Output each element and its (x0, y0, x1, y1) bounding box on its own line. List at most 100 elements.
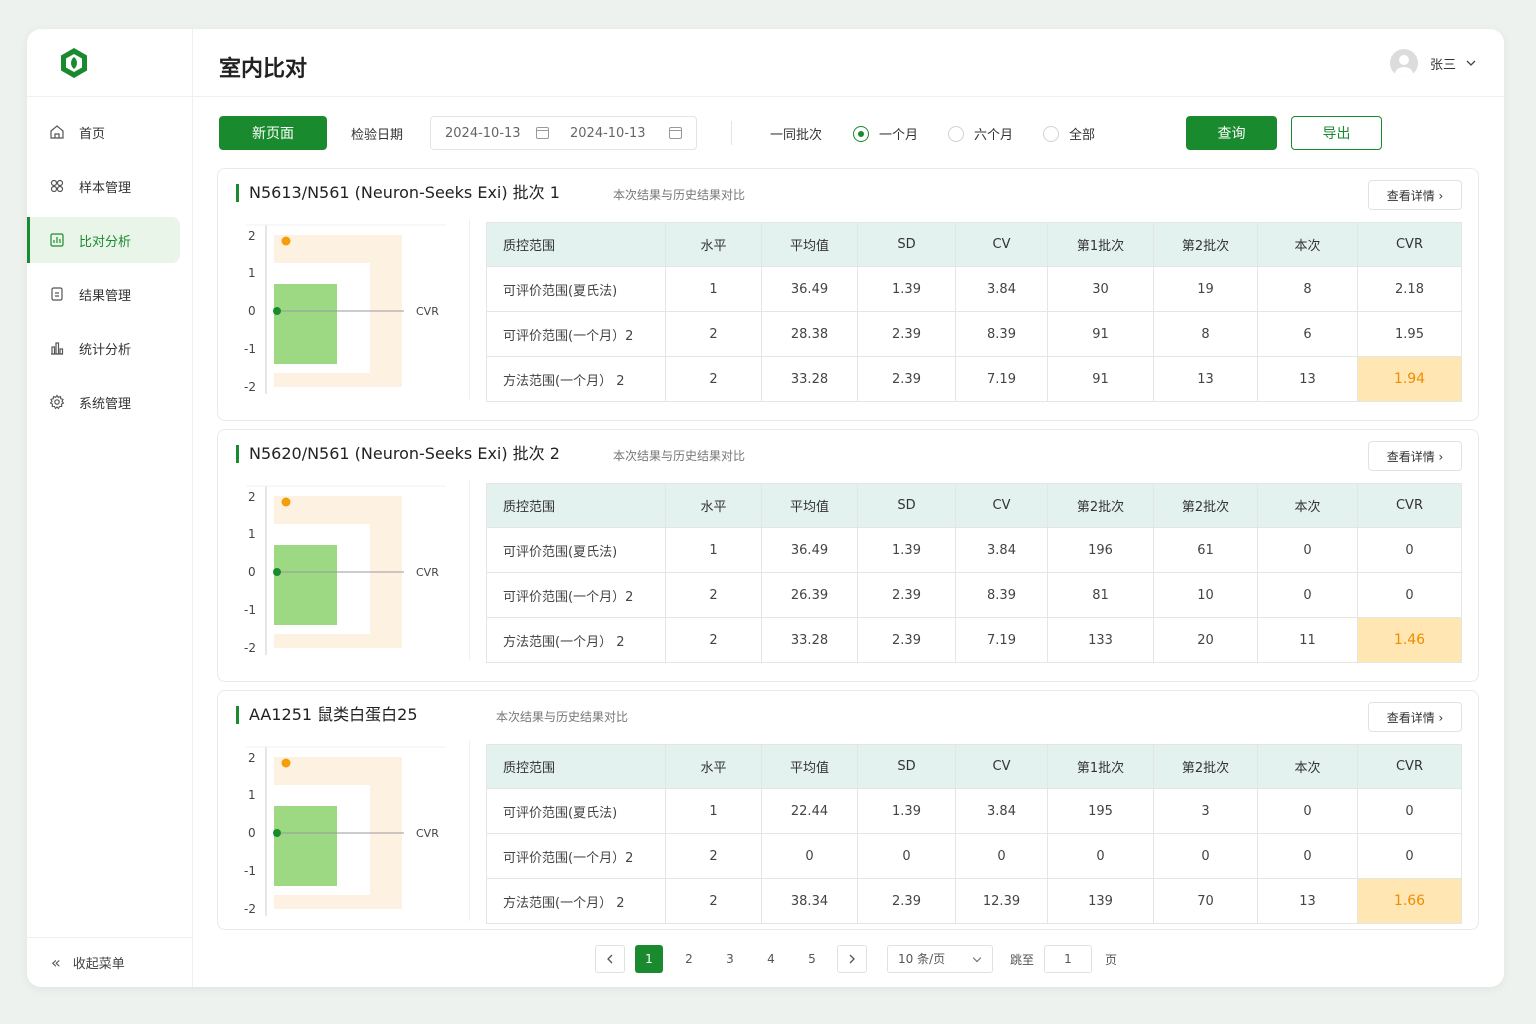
radio-one-month[interactable]: 一个月 (853, 124, 918, 143)
table-cell: 33.28 (761, 356, 858, 402)
page-5[interactable]: 5 (798, 945, 826, 973)
column-header: 水平 (665, 222, 762, 267)
table-cell: 1.39 (857, 266, 956, 312)
view-details-button[interactable]: 查看详情 › (1368, 702, 1462, 732)
table-cell: 139 (1047, 878, 1154, 924)
y-tick-label: 2 (248, 229, 256, 243)
table-cell: 3 (1153, 788, 1258, 834)
table-cell: 38.34 (761, 878, 858, 924)
table-cell: 0 (1357, 833, 1462, 879)
card-title: N5613/N561 (Neuron-Seeks Exi) 批次 1 (236, 184, 560, 202)
sidebar-item-samples[interactable]: 样本管理 (27, 163, 180, 209)
user-name: 张三 (1429, 57, 1456, 73)
pagination: 1 2 3 4 5 10 条/页 跳至 1 页 (593, 945, 1133, 973)
new-page-button[interactable]: 新页面 (219, 116, 327, 150)
table-cell: 0 (1257, 788, 1358, 834)
table-cell: 3.84 (955, 527, 1048, 573)
sidebar-item-label: 系统管理 (79, 396, 132, 412)
card-subtitle: 本次结果与历史结果对比 (613, 449, 746, 463)
sidebar-item-label: 比对分析 (79, 234, 132, 250)
sidebar-item-label: 样本管理 (79, 180, 132, 196)
cvr-range-bar (274, 806, 337, 886)
date-end-input[interactable]: 2024-10-13 (570, 126, 646, 141)
prev-page-button[interactable] (595, 945, 625, 973)
radio-label: 一个月 (879, 128, 919, 143)
sample-icon (50, 179, 64, 193)
chevron-right-icon (849, 954, 855, 964)
table-cell: 0 (1357, 572, 1462, 618)
sidebar-item-statistics[interactable]: 统计分析 (27, 325, 180, 371)
column-header: 第2批次 (1153, 222, 1258, 267)
query-button[interactable]: 查询 (1186, 116, 1277, 150)
document-icon (51, 287, 63, 301)
zero-point (273, 568, 281, 576)
table-cell: 7.19 (955, 356, 1048, 402)
table-cell: 8 (1153, 311, 1258, 357)
table-cell: 方法范围(一个月） 2 (486, 617, 666, 663)
column-header: SD (857, 222, 956, 267)
date-range-picker[interactable]: 2024-10-13 2024-10-13 (430, 116, 697, 150)
table-cell: 2 (665, 311, 762, 357)
table-cell: 19 (1153, 266, 1258, 312)
sidebar-item-results[interactable]: 结果管理 (27, 271, 180, 317)
card-subtitle: 本次结果与历史结果对比 (613, 188, 746, 202)
page-size-select[interactable]: 10 条/页 (887, 945, 993, 973)
view-details-button[interactable]: 查看详情 › (1368, 441, 1462, 471)
collapse-menu-button[interactable]: « 收起菜单 (27, 937, 192, 987)
chart-icon (50, 233, 64, 247)
table-cell: 70 (1153, 878, 1258, 924)
page-1[interactable]: 1 (635, 945, 663, 973)
cvr-range-bar (274, 545, 337, 625)
y-tick-label: -2 (244, 902, 256, 916)
column-header: CVR (1357, 222, 1462, 267)
table-cell: 0 (1357, 788, 1462, 834)
table-cell: 1.39 (857, 527, 956, 573)
column-header: SD (857, 744, 956, 789)
column-header: 第1批次 (1047, 222, 1154, 267)
radio-all[interactable]: 全部 (1043, 124, 1095, 143)
table-cell: 20 (1153, 617, 1258, 663)
cvr-mini-chart: 2 1 0 -1 -2 CVR (234, 480, 470, 660)
table-cell: 可评价范围(一个月）2 (486, 311, 666, 357)
table-cell: 0 (761, 833, 858, 879)
jump-label: 跳至 (1010, 953, 1035, 967)
zero-point (273, 829, 281, 837)
table-cell: 0 (1153, 833, 1258, 879)
table-cell: 2 (665, 572, 762, 618)
page-4[interactable]: 4 (757, 945, 785, 973)
table-row: 可评价范围(夏氏法) 1 22.44 1.39 3.84 195 3 0 0 (486, 788, 1462, 834)
view-details-button[interactable]: 查看详情 › (1368, 180, 1462, 210)
cvr-chart-svg: 2 1 0 -1 -2 CVR (244, 746, 446, 916)
same-batch-label: 一同批次 (770, 128, 823, 143)
sidebar-item-system[interactable]: 系统管理 (27, 379, 180, 425)
page-3[interactable]: 3 (716, 945, 744, 973)
column-header: 本次 (1257, 222, 1358, 267)
table-cell: 91 (1047, 356, 1154, 402)
column-header: 质控范围 (486, 222, 666, 267)
sidebar-item-comparison[interactable]: 比对分析 (27, 217, 180, 263)
next-page-button[interactable] (837, 945, 867, 973)
sidebar-item-label: 首页 (79, 126, 106, 142)
jump-page-input[interactable]: 1 (1044, 945, 1092, 973)
column-header: 质控范围 (486, 744, 666, 789)
column-header: 第2批次 (1153, 744, 1258, 789)
cvr-label: CVR (416, 566, 439, 579)
user-menu[interactable]: 张三 (1389, 49, 1476, 77)
y-tick-label: 1 (248, 527, 256, 541)
column-header: 第2批次 (1047, 483, 1154, 528)
table-cell: 6 (1257, 311, 1358, 357)
table-cell: 36.49 (761, 266, 858, 312)
date-start-input[interactable]: 2024-10-13 (445, 126, 521, 141)
table-cell: 2 (665, 878, 762, 924)
calendar-icon (536, 127, 549, 139)
export-button[interactable]: 导出 (1291, 116, 1382, 150)
column-header: CV (955, 222, 1048, 267)
header: 室内比对 张三 (193, 29, 1504, 97)
table-row: 可评价范围(一个月）2 2 28.38 2.39 8.39 91 8 6 1.95 (486, 311, 1462, 357)
page-2[interactable]: 2 (675, 945, 703, 973)
table-cell: 133 (1047, 617, 1154, 663)
page-title: 室内比对 (219, 57, 308, 82)
table-cell: 方法范围(一个月） 2 (486, 356, 666, 402)
radio-six-months[interactable]: 六个月 (948, 124, 1013, 143)
sidebar-item-home[interactable]: 首页 (27, 109, 180, 155)
